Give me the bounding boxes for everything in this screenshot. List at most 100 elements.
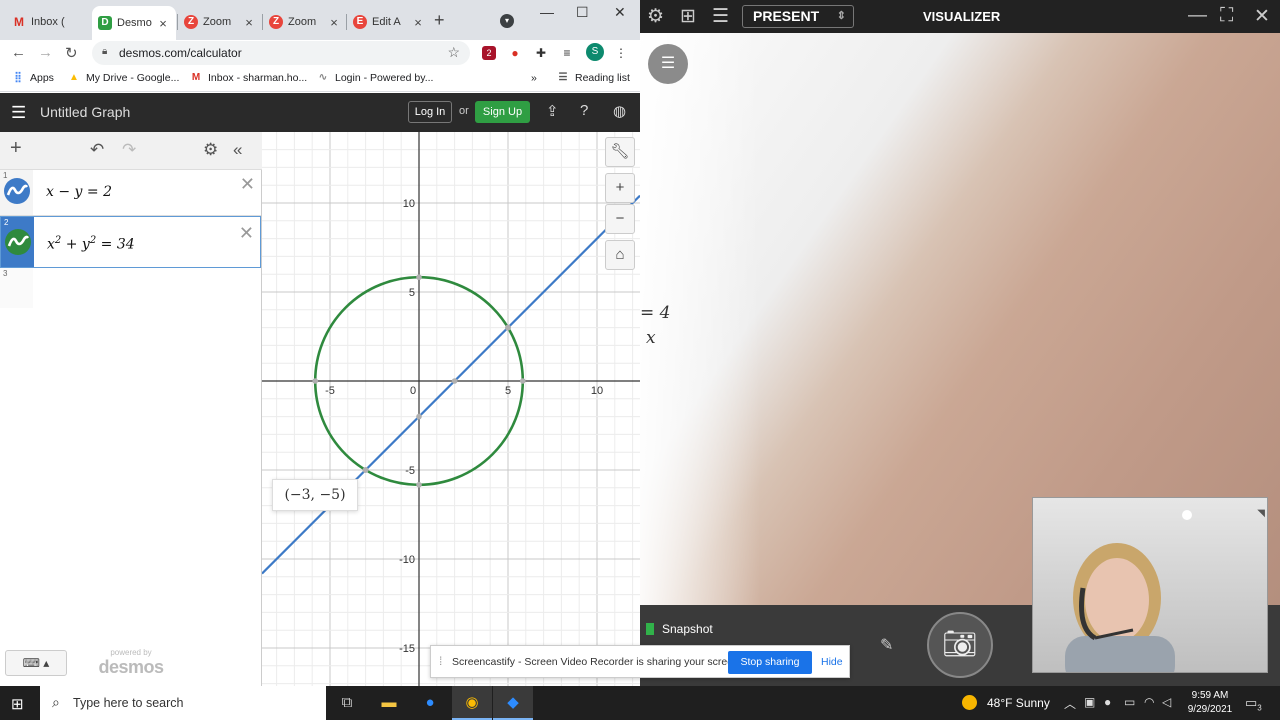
tray-app-icon[interactable]: ▣ <box>1084 695 1095 709</box>
capture-camera-icon[interactable]: 📷︎ <box>927 612 993 678</box>
signup-button[interactable]: Sign Up <box>475 101 530 123</box>
close-window-icon[interactable]: ✕ <box>614 4 626 21</box>
expression-row[interactable]: 1 x − y = 2 ✕ <box>0 170 261 216</box>
drag-handle-icon[interactable]: ⁞ <box>439 654 442 668</box>
snapshot-toggle[interactable]: Snapshot <box>646 622 713 636</box>
intersection-point <box>362 467 369 473</box>
home-view-icon[interactable]: ⌂ <box>605 240 635 270</box>
tab-zoom-2[interactable]: Z Zoom × <box>263 8 347 36</box>
hide-button[interactable]: Hide <box>821 656 843 668</box>
extension-ublock-icon[interactable]: 2 <box>482 46 496 60</box>
graph-title[interactable]: Untitled Graph <box>40 104 130 120</box>
expression-latex[interactable]: x2 + y2 = 34 <box>47 235 135 253</box>
zoom-in-button[interactable]: + <box>605 173 635 203</box>
tray-overflow-icon[interactable]: ︿ <box>1064 695 1076 712</box>
close-icon[interactable]: ✕ <box>1254 5 1270 28</box>
tab-strip: M Inbox ( D Desmo × Z Zoom × Z Zoom × E … <box>0 0 640 40</box>
file-explorer-icon[interactable]: ▬ <box>369 686 409 720</box>
intercept-point <box>451 378 458 384</box>
taskbar-search[interactable]: ⌕ Type here to search <box>40 686 326 720</box>
battery-icon[interactable]: ▭ <box>1124 695 1135 709</box>
delete-expression-icon[interactable]: ✕ <box>240 174 255 195</box>
expression-latex[interactable]: x − y = 2 <box>46 184 112 200</box>
login-button[interactable]: Log In <box>408 101 452 123</box>
zoom-favicon-icon: Z <box>269 15 283 29</box>
tab-edit[interactable]: E Edit A × <box>347 8 431 36</box>
close-icon[interactable]: × <box>411 15 425 30</box>
tab-desmos[interactable]: D Desmo × <box>92 6 176 40</box>
zoom-app-icon[interactable]: ● <box>410 686 450 720</box>
login-site-icon: ∿ <box>318 72 328 83</box>
present-mode-select[interactable]: PRESENT ⇕ <box>742 5 854 28</box>
media-controls-icon[interactable]: ≡ <box>560 46 574 60</box>
help-icon[interactable]: ? <box>580 102 588 119</box>
weather-widget[interactable]: 48°F Sunny <box>962 695 1050 710</box>
address-bar[interactable]: 🔒︎ desmos.com/calculator ☆ <box>92 41 470 65</box>
task-view-icon[interactable]: ⧉ <box>327 686 367 720</box>
close-icon[interactable]: × <box>242 15 256 30</box>
visualizer-app-icon[interactable]: ◆ <box>493 686 533 720</box>
extension-screencastify-icon[interactable]: ● <box>508 46 522 60</box>
zoom-out-button[interactable]: − <box>605 204 635 234</box>
graph-line-icon[interactable] <box>4 178 30 204</box>
tab-search-icon[interactable]: ▾ <box>500 14 514 28</box>
fullscreen-icon[interactable]: ⛶ <box>1220 5 1233 27</box>
wifi-icon[interactable]: ◠ <box>1144 695 1154 709</box>
annotate-pen-icon[interactable]: ✎ <box>880 635 893 655</box>
stop-sharing-button[interactable]: Stop sharing <box>728 651 812 674</box>
minimize-icon[interactable]: — <box>1188 5 1207 27</box>
settings-gear-icon[interactable]: ⚙ <box>647 5 664 28</box>
back-icon[interactable]: ← <box>11 44 26 61</box>
bookmarks-overflow[interactable]: » <box>531 72 537 84</box>
list-icon[interactable]: ☰ <box>712 5 729 28</box>
tab-zoom-1[interactable]: Z Zoom × <box>178 8 262 36</box>
add-window-icon[interactable]: ⊞ <box>680 5 696 28</box>
settings-gear-icon[interactable]: ⚙ <box>203 140 218 160</box>
undo-icon[interactable]: ↶ <box>90 140 104 160</box>
forward-icon[interactable]: → <box>38 44 53 61</box>
profile-avatar[interactable]: S <box>586 43 604 61</box>
bookmark-login[interactable]: ∿ Login - Powered by... <box>317 72 434 84</box>
language-globe-icon[interactable]: ◍ <box>613 102 626 120</box>
chrome-app-icon[interactable]: ◉ <box>452 686 492 720</box>
share-icon[interactable]: ⇪ <box>546 102 559 120</box>
reading-list[interactable]: ☰ Reading list <box>557 72 630 84</box>
minimize-icon[interactable]: — <box>540 4 554 20</box>
close-icon[interactable]: × <box>327 15 341 30</box>
side-panel-icon[interactable]: ☰ <box>648 44 688 84</box>
bookmark-drive[interactable]: ▲ My Drive - Google... <box>68 72 179 84</box>
bookmark-star-icon[interactable]: ☆ <box>447 44 460 61</box>
add-expression-icon[interactable]: + <box>10 137 22 160</box>
expand-arrow-icon[interactable]: ◥ <box>1257 508 1265 519</box>
screen-share-notification: ⁞ Screencastify - Screen Video Recorder … <box>430 645 850 678</box>
graph-canvas[interactable]: -5 0 5 10 10 5 -5 -10 -15 <box>262 132 640 686</box>
graph-paper[interactable]: -5 0 5 10 10 5 -5 -10 -15 🔧︎ + − ⌂ <box>262 132 640 686</box>
reload-icon[interactable]: ↻ <box>65 44 78 62</box>
windows-start-icon[interactable]: ⊞ <box>11 695 24 713</box>
expression-row[interactable]: 2 x2 + y2 = 34 ✕ <box>0 216 261 268</box>
graph-settings-wrench-icon[interactable]: 🔧︎ <box>605 137 635 167</box>
expression-row-empty[interactable]: 3 <box>0 268 261 308</box>
keypad-toggle-button[interactable]: ⌨ ▴ <box>5 650 67 676</box>
delete-expression-icon[interactable]: ✕ <box>239 223 254 244</box>
bookmark-inbox[interactable]: M Inbox - sharman.ho... <box>190 72 307 84</box>
extensions-puzzle-icon[interactable]: ✚ <box>534 46 548 60</box>
volume-icon[interactable]: ◁ <box>1162 695 1171 709</box>
new-tab-button[interactable]: + <box>434 10 445 31</box>
system-clock[interactable]: 9:59 AM 9/29/2021 <box>1180 689 1240 717</box>
microphone-icon[interactable]: ● <box>1104 695 1111 709</box>
bookmark-apps[interactable]: ⣿ Apps <box>12 72 54 84</box>
collapse-panel-icon[interactable]: « <box>233 140 242 160</box>
intersection-point <box>505 324 511 331</box>
maximize-icon[interactable]: ☐ <box>576 4 589 21</box>
visualizer-toolbar: ⚙ ⊞ ☰ PRESENT ⇕ VISUALIZER — ⛶ ✕ <box>640 0 1280 33</box>
paper-handwriting: = 4 x <box>640 303 671 348</box>
chrome-menu-icon[interactable]: ⋮ <box>614 46 628 60</box>
tab-label: Edit A <box>372 16 401 28</box>
close-icon[interactable]: × <box>156 16 170 31</box>
tab-inbox[interactable]: M Inbox ( <box>6 8 90 36</box>
redo-icon[interactable]: ↷ <box>122 140 136 160</box>
notifications-icon[interactable]: ▭3 <box>1245 695 1262 713</box>
menu-icon[interactable]: ☰ <box>11 103 26 123</box>
graph-circle-icon[interactable] <box>5 229 31 255</box>
